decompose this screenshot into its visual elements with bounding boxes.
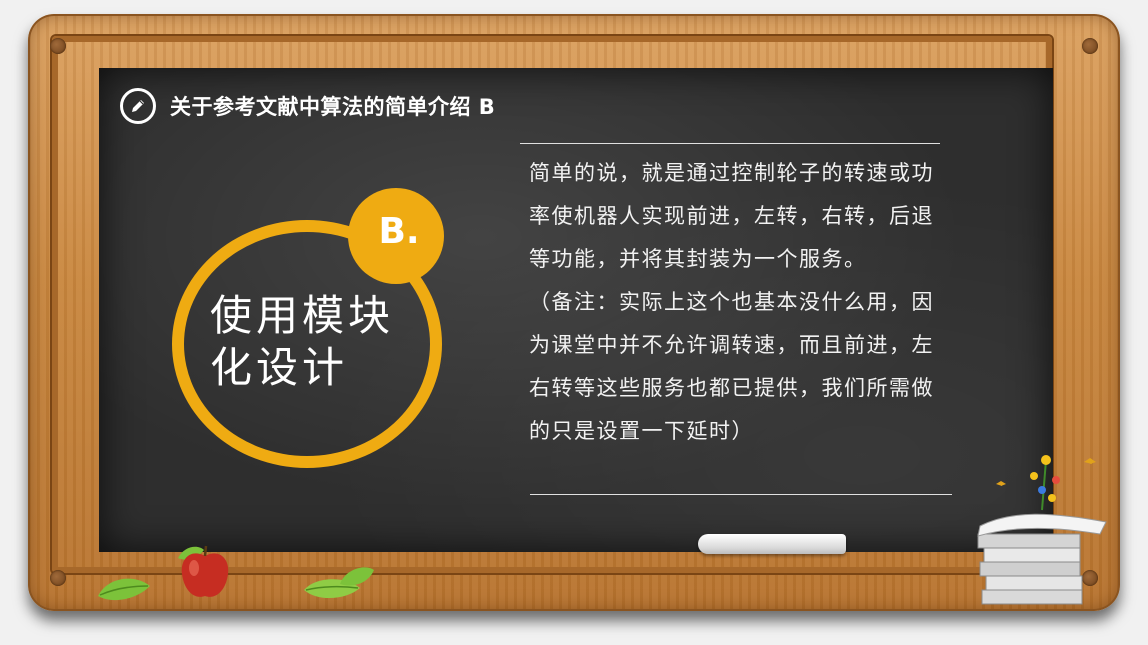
pencil-icon — [120, 88, 156, 124]
body-text: 简单的说，就是通过控制轮子的转速或功率使机器人实现前进，左转，右转，后退等功能，… — [529, 152, 949, 453]
chalk-icon — [698, 534, 846, 554]
top-divider — [520, 143, 940, 144]
body-paragraph-1: 简单的说，就是通过控制轮子的转速或功率使机器人实现前进，左转，右转，后退等功能，… — [529, 161, 934, 271]
badge-label: B. — [378, 210, 420, 252]
slide-title: 关于参考文献中算法的简单介绍 B — [170, 95, 496, 119]
screw-icon — [50, 38, 66, 54]
books-icon — [977, 455, 1107, 605]
screw-icon — [1082, 38, 1098, 54]
leaf-icon — [340, 567, 374, 586]
badge-circle: B. — [348, 188, 444, 284]
apple-icon — [181, 545, 229, 597]
body-paragraph-2: （备注：实际上这个也基本没什么用，因为课堂中并不允许调转速，而且前进，左右转等这… — [529, 290, 934, 443]
circle-title: 使用模块化设计 — [210, 291, 395, 392]
screw-icon — [50, 570, 66, 586]
slide-title-row: 关于参考文献中算法的简单介绍 B — [120, 86, 495, 126]
bottom-divider — [530, 494, 952, 495]
leaf-icon — [98, 578, 150, 601]
